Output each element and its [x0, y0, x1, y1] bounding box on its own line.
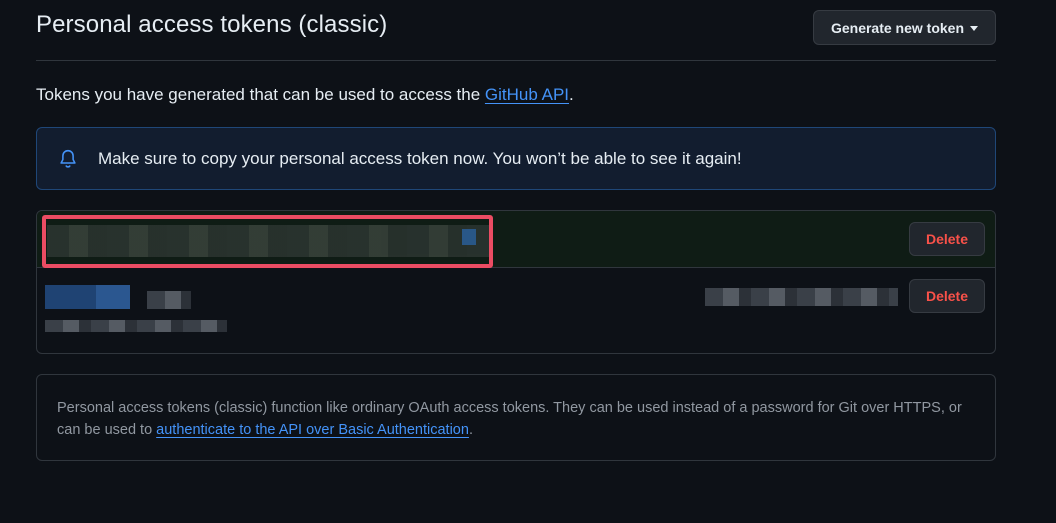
basic-auth-link[interactable]: authenticate to the API over Basic Authe… [156, 422, 469, 438]
delete-token-button[interactable]: Delete [909, 222, 985, 256]
page: Personal access tokens (classic) Generat… [0, 0, 1056, 523]
generate-new-token-label: Generate new token [830, 19, 965, 36]
redacted-token-expiry [45, 320, 227, 332]
intro-suffix: . [569, 85, 574, 104]
intro-text: Tokens you have generated that can be us… [36, 85, 574, 105]
page-title: Personal access tokens (classic) [36, 11, 388, 38]
bell-icon [60, 149, 76, 168]
intro-text-body: Tokens you have generated that can be us… [36, 85, 485, 104]
delete-token-button[interactable]: Delete [909, 279, 985, 313]
page-header: Personal access tokens (classic) Generat… [36, 0, 996, 61]
redacted-token-last-used [705, 288, 898, 306]
generate-new-token-button[interactable]: Generate new token [813, 10, 996, 45]
redacted-token-scope [147, 291, 191, 309]
info-box: Personal access tokens (classic) functio… [36, 374, 996, 461]
token-row-existing: Delete [37, 268, 995, 353]
new-token-highlight [42, 215, 493, 268]
copy-token-flash: Make sure to copy your personal access t… [36, 127, 996, 190]
flash-message: Make sure to copy your personal access t… [98, 148, 742, 168]
info-suffix: . [468, 422, 473, 438]
redacted-token-name [45, 285, 130, 309]
caret-down-icon [970, 25, 979, 31]
github-api-link[interactable]: GitHub API [485, 85, 569, 104]
